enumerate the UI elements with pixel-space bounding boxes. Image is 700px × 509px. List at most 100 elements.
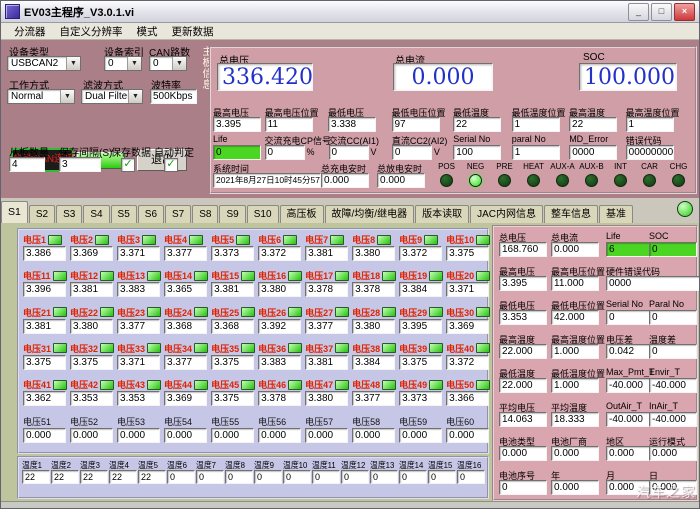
voltage-value-display: 0.000 xyxy=(399,428,442,443)
work-mode-select[interactable]: Normal▼ xyxy=(7,89,75,104)
voltage-cell: 电压53.373 xyxy=(208,232,255,268)
stat-cell: Serial No100 xyxy=(453,134,511,160)
tab-高压板[interactable]: 高压板 xyxy=(280,205,324,223)
tab-整车信息[interactable]: 整车信息 xyxy=(544,205,598,223)
tab-故障/均衡/继电器[interactable]: 故障/均衡/继电器 xyxy=(325,205,415,223)
voltage-label: 电压37 xyxy=(305,342,333,355)
voltage-value-display: 0.000 xyxy=(164,428,207,443)
save-interval-field[interactable]: 3 xyxy=(59,157,101,172)
voltage-cell-header: 电压17 xyxy=(305,269,349,282)
stat-cell: 最低电压3.338 xyxy=(328,106,391,132)
menu-item-1[interactable]: 分流器 xyxy=(7,23,53,40)
voltage-cell-header: 电压7 xyxy=(305,233,349,246)
can-count-select[interactable]: 0▼ xyxy=(149,56,187,71)
save-data-checkbox[interactable]: ✓ xyxy=(121,158,135,172)
voltage-cell: 电压113.396 xyxy=(20,268,67,304)
menu-item-2[interactable]: 自定义分辨率 xyxy=(53,23,130,40)
menu-item-4[interactable]: 更新数据 xyxy=(165,23,221,40)
stat-cell: 直流CC2(AI2)0V xyxy=(392,134,453,160)
voltage-cell: 电压520.000 xyxy=(67,414,114,450)
tab-S10[interactable]: S10 xyxy=(247,205,279,223)
maximize-button[interactable]: □ xyxy=(651,3,672,21)
stat-value-display: 0 xyxy=(499,480,547,495)
voltage-cell: 电压13.386 xyxy=(20,232,67,268)
voltage-value-display: 3.371 xyxy=(117,355,160,370)
voltage-cell: 电压393.375 xyxy=(396,341,443,377)
stats-row-1: 最高电压3.395最高电压位置11最低电压3.338最低电压位置97最低温度22… xyxy=(213,106,693,132)
device-index-select[interactable]: 0▼ xyxy=(104,56,142,71)
voltage-cell-header: 电压6 xyxy=(258,233,302,246)
voltage-cell-header: 电压3 xyxy=(117,233,161,246)
slave-count-field[interactable]: 4 xyxy=(9,157,45,172)
voltage-cell-header: 电压4 xyxy=(164,233,208,246)
voltage-led xyxy=(476,271,490,281)
tab-S9[interactable]: S9 xyxy=(219,205,245,223)
tab-基准[interactable]: 基准 xyxy=(599,205,633,223)
voltage-cell: 电压283.380 xyxy=(349,305,396,341)
voltage-cell-header: 电压25 xyxy=(211,306,255,319)
stat-value-display: 22 xyxy=(569,117,617,132)
relay-led-chg xyxy=(672,174,685,187)
auto-judge-checkbox[interactable]: ✓ xyxy=(164,158,178,172)
voltage-cell: 电压183.378 xyxy=(349,268,396,304)
tab-JAC内网信息[interactable]: JAC内网信息 xyxy=(470,205,543,223)
system-time-display: 2021年8月27日10时45分57秒 xyxy=(213,173,321,188)
tab-S3[interactable]: S3 xyxy=(56,205,82,223)
voltage-label: 电压35 xyxy=(211,342,239,355)
voltage-cell: 电压133.383 xyxy=(114,268,161,304)
voltage-value-display: 3.369 xyxy=(446,319,489,334)
tab-S4[interactable]: S4 xyxy=(83,205,109,223)
voltage-led xyxy=(288,307,302,317)
voltage-led xyxy=(476,307,490,317)
voltage-led xyxy=(100,307,114,317)
chevron-down-icon[interactable]: ▼ xyxy=(172,57,186,70)
stat-value-line: 00000000 xyxy=(626,144,693,160)
voltage-value-display: 3.381 xyxy=(70,282,113,297)
voltage-led xyxy=(330,235,344,245)
voltage-value-display: 3.372 xyxy=(399,246,442,261)
menu-item-3[interactable]: 模式 xyxy=(130,23,165,40)
main-board-inner-panel: 总电压 总电流 SOC 336.420 0.000 100.000 最高电压3.… xyxy=(209,46,697,194)
chevron-down-icon[interactable]: ▼ xyxy=(60,90,74,103)
device-type-select[interactable]: USBCAN2▼ xyxy=(7,56,81,71)
stat-cell: 硬件错误代码0000 xyxy=(606,263,700,291)
voltage-cell: 电压510.000 xyxy=(20,414,67,450)
stat-label: 最高温度 xyxy=(569,106,626,116)
voltage-label: 电压46 xyxy=(258,378,286,391)
voltage-led xyxy=(100,343,114,353)
tab-S1[interactable]: S1 xyxy=(1,201,28,223)
discharge-ah-label: 总放电安时 xyxy=(377,162,432,172)
relay-led-label: INT xyxy=(606,162,635,172)
baud-field[interactable]: 500Kbps xyxy=(150,89,197,104)
tab-版本读取[interactable]: 版本读取 xyxy=(415,205,469,223)
voltage-cell-header: 电压26 xyxy=(258,306,302,319)
voltage-label: 电压30 xyxy=(446,306,474,319)
tab-S6[interactable]: S6 xyxy=(138,205,164,223)
stat-label: OutAir_T xyxy=(606,399,654,412)
temperature-value-display: 0 xyxy=(312,470,340,484)
close-button[interactable]: × xyxy=(674,3,695,21)
menu-bar: 分流器自定义分辨率模式更新数据 xyxy=(1,23,699,40)
chevron-down-icon[interactable]: ▼ xyxy=(127,57,141,70)
stat-label: 日 xyxy=(649,467,697,480)
voltage-value-display: 3.386 xyxy=(23,246,66,261)
tab-S2[interactable]: S2 xyxy=(29,205,55,223)
stat-label: 最低温度 xyxy=(453,106,512,116)
voltage-value-display: 0.000 xyxy=(211,428,254,443)
voltage-cell-header: 电压9 xyxy=(399,233,443,246)
chevron-down-icon[interactable]: ▼ xyxy=(128,90,142,103)
stat-label: 最高电压 xyxy=(213,106,265,116)
tab-S5[interactable]: S5 xyxy=(111,205,137,223)
filter-mode-select[interactable]: Dual Filter▼ xyxy=(81,89,143,104)
minimize-button[interactable]: _ xyxy=(628,3,649,21)
voltage-cell: 电压203.371 xyxy=(443,268,490,304)
voltage-cell: 电压503.366 xyxy=(443,377,490,413)
tab-S8[interactable]: S8 xyxy=(192,205,218,223)
chevron-down-icon[interactable]: ▼ xyxy=(66,57,80,70)
stat-cell: 最低温度22 xyxy=(453,106,512,132)
temperature-value-display: 22 xyxy=(51,470,79,484)
relay-led-item: AUX-A xyxy=(548,162,577,188)
tab-S7[interactable]: S7 xyxy=(165,205,191,223)
temperature-panel: 温度122温度222温度322温度422温度522温度60温度70温度80温度9… xyxy=(17,456,489,499)
stat-value-display: 0 xyxy=(649,344,697,359)
